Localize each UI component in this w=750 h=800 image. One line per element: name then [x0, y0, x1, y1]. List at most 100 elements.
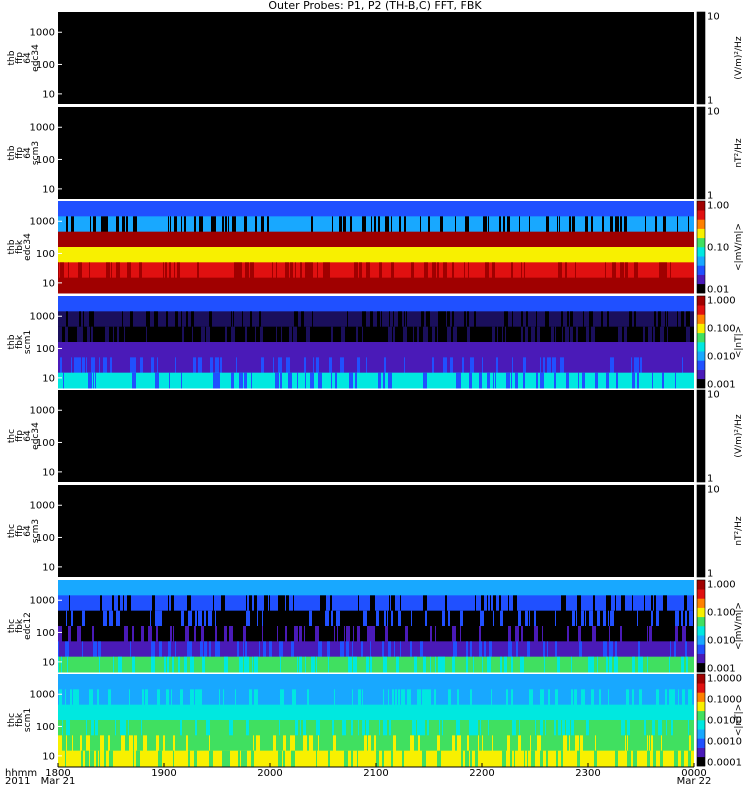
band-stripe — [68, 626, 71, 642]
band-stripe — [593, 595, 595, 612]
colorbar-label: <|nT|> — [734, 326, 744, 358]
band-stripe — [77, 326, 79, 343]
band-stripe — [245, 750, 247, 767]
band-stripe — [262, 626, 263, 642]
band-stripe — [155, 372, 159, 389]
band-stripe — [675, 372, 676, 389]
band-stripe — [407, 689, 411, 706]
band-stripe — [254, 656, 258, 673]
band-stripe — [531, 326, 535, 343]
band-stripe — [482, 735, 483, 752]
band-stripe — [190, 656, 194, 673]
band-stripe — [171, 595, 174, 612]
colorbar-segment — [697, 729, 705, 739]
band-stripe — [305, 262, 309, 279]
band-stripe — [269, 641, 272, 658]
band-stripe — [383, 689, 384, 706]
band-stripe — [166, 262, 167, 279]
band-stripe — [163, 735, 165, 752]
band-stripe — [404, 357, 405, 374]
colorbar-tick-label: 0.010 — [707, 636, 736, 647]
band-stripe — [393, 326, 395, 343]
band-stripe — [516, 641, 518, 658]
band-stripe — [524, 262, 525, 279]
band-stripe — [523, 357, 526, 374]
band-stripe — [456, 720, 460, 736]
band-stripe — [470, 641, 472, 658]
band-stripe — [556, 750, 558, 767]
band-stripe — [493, 595, 496, 612]
band-stripe — [116, 216, 119, 233]
band-stripe — [250, 262, 254, 279]
band-stripe — [452, 626, 456, 642]
colorbar-segment — [697, 692, 705, 702]
band-stripe — [675, 610, 679, 627]
band-stripe — [201, 626, 204, 642]
band-stripe — [89, 689, 93, 706]
band-stripe — [133, 750, 134, 767]
band-stripe — [152, 595, 155, 612]
band-stripe — [167, 656, 169, 673]
band-stripe — [469, 720, 471, 736]
band-stripe — [206, 720, 210, 736]
band-stripe — [607, 311, 609, 328]
band-stripe — [406, 311, 407, 328]
band-stripe — [559, 216, 560, 233]
band-stripe — [202, 656, 205, 673]
colorbar-tick-label: 0.100 — [707, 608, 736, 619]
band-stripe — [71, 357, 72, 374]
band-3 — [58, 342, 694, 358]
band-stripe — [249, 595, 252, 612]
band-stripe — [244, 372, 247, 389]
band-stripe — [653, 750, 656, 767]
band-stripe — [209, 641, 211, 658]
band-stripe — [421, 311, 424, 328]
colorbar-segment — [697, 662, 705, 673]
band-stripe — [391, 750, 393, 767]
band-stripe — [322, 595, 326, 612]
band-1 — [58, 689, 694, 706]
band-stripe — [96, 750, 98, 767]
band-stripe — [273, 735, 276, 752]
band-stripe — [535, 720, 536, 736]
band-stripe — [378, 216, 380, 233]
band-stripe — [414, 720, 416, 736]
band-stripe — [567, 311, 569, 328]
band-stripe — [58, 641, 59, 658]
band-stripe — [597, 610, 600, 627]
band-stripe — [165, 262, 166, 279]
colorbar-label: nT²/Hz — [734, 138, 744, 168]
band-stripe — [116, 610, 120, 627]
band-stripe — [423, 372, 427, 389]
band-stripe — [561, 750, 563, 767]
band-stripe — [391, 595, 395, 612]
band-stripe — [481, 595, 484, 612]
band-stripe — [105, 326, 109, 343]
band-stripe — [591, 326, 595, 343]
band-stripe — [334, 689, 335, 706]
colorbar-tick-label: 0.010 — [707, 352, 736, 363]
band-stripe — [588, 656, 591, 673]
colorbar-segment — [697, 701, 705, 712]
band-stripe — [675, 626, 678, 642]
band-stripe — [141, 720, 142, 736]
band-stripe — [60, 735, 62, 752]
band-2 — [58, 326, 694, 343]
band-stripe — [459, 372, 461, 389]
band-stripe — [383, 372, 385, 389]
colorbar-segment — [697, 342, 705, 352]
band-stripe — [58, 656, 59, 673]
band-stripe — [301, 311, 304, 328]
band-stripe — [575, 735, 579, 752]
band-stripe — [166, 689, 169, 706]
band-stripe — [307, 689, 309, 706]
band-stripe — [228, 216, 229, 233]
band-stripe — [59, 689, 62, 706]
band-stripe — [370, 311, 372, 328]
band-stripe — [121, 735, 125, 752]
ytick-label: 100 — [36, 628, 55, 639]
band-stripe — [599, 689, 601, 706]
band-stripe — [366, 656, 369, 673]
band-stripe — [187, 595, 191, 612]
colorbar-segment — [697, 607, 705, 618]
